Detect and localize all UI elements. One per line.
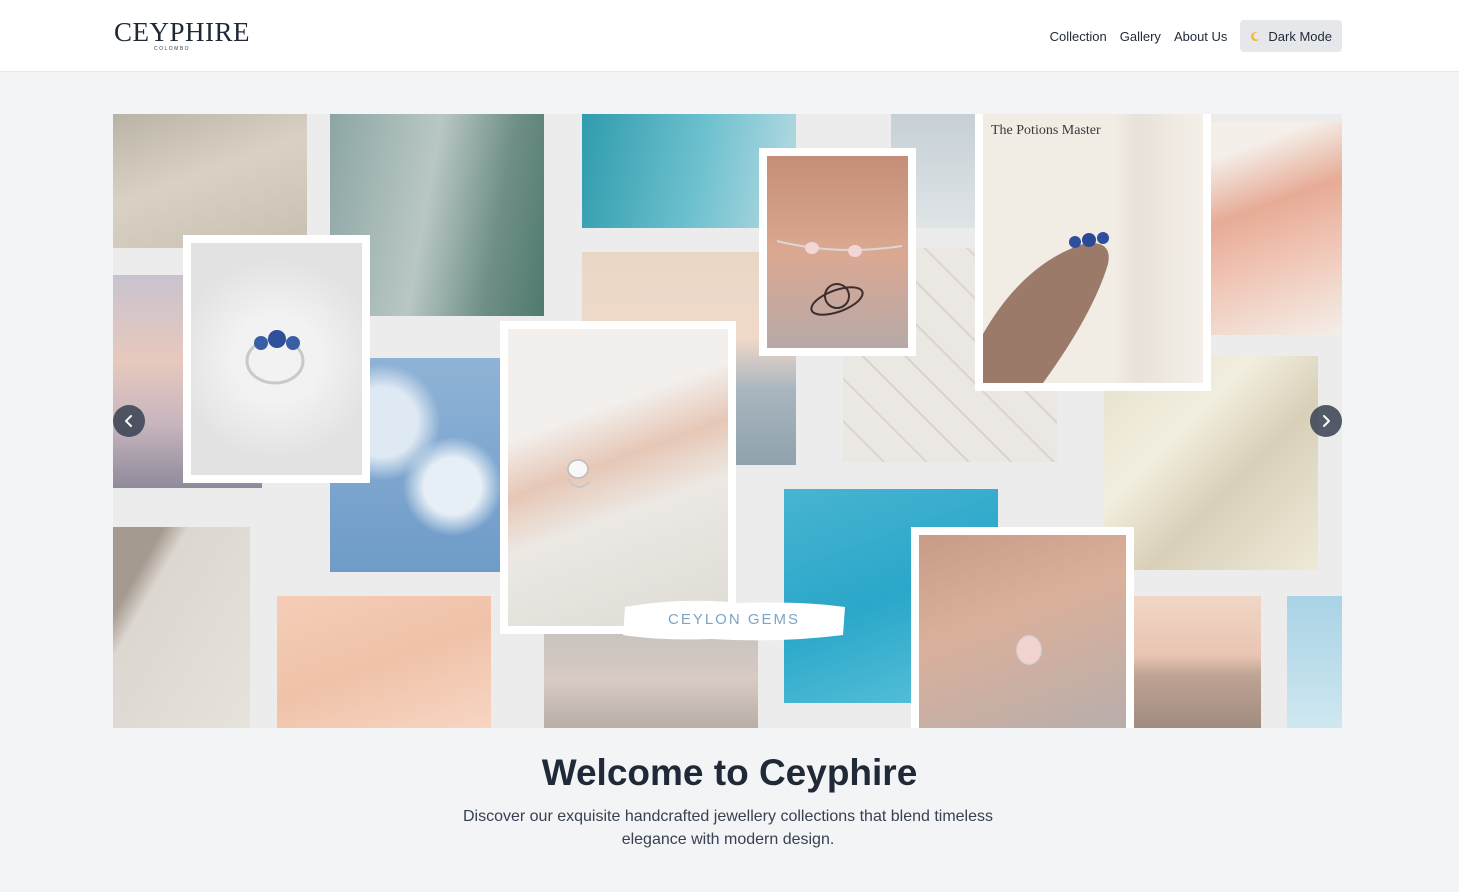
sapphire-ring-graphic bbox=[245, 330, 305, 385]
carousel-prev-button[interactable] bbox=[113, 405, 145, 437]
quartz-ring-graphic bbox=[1016, 635, 1042, 665]
bracelet-graphic bbox=[776, 240, 903, 316]
photo-rose-quartz-ring-on-hand bbox=[911, 527, 1134, 728]
carousel-next-button[interactable] bbox=[1310, 405, 1342, 437]
tile-peach-brushstroke bbox=[1206, 122, 1342, 335]
tile-light-blue bbox=[1287, 596, 1342, 728]
tile-sand-shadow bbox=[113, 527, 250, 728]
book-ring-graphic: The Potions Master bbox=[983, 123, 1109, 383]
dark-mode-button[interactable]: Dark Mode bbox=[1240, 20, 1342, 52]
site-header: CEYPHIRE COLOMBO Collection Gallery Abou… bbox=[0, 0, 1459, 72]
main-nav: Collection Gallery About Us Dark Mode bbox=[1037, 20, 1342, 52]
tile-beach-grass bbox=[544, 631, 758, 728]
photo-sapphire-ring-on-cloth bbox=[183, 235, 370, 483]
logo-text: CEYPHIRE bbox=[114, 17, 251, 47]
tile-peach-sand bbox=[277, 596, 491, 728]
ceylon-gems-text: CEYLON GEMS bbox=[667, 611, 801, 628]
hero-carousel[interactable]: The Potions Master CEYLON GEMS bbox=[113, 114, 1342, 728]
nav-link-gallery[interactable]: Gallery bbox=[1120, 29, 1161, 44]
welcome-title: Welcome to Ceyphire bbox=[541, 752, 918, 793]
diamond-ring-graphic bbox=[567, 459, 591, 488]
moon-icon bbox=[1251, 31, 1261, 41]
dark-mode-label: Dark Mode bbox=[1268, 28, 1332, 44]
chevron-left-icon bbox=[125, 415, 132, 427]
photo-sapphire-ring-with-book: The Potions Master bbox=[975, 114, 1211, 391]
nav-link-about-us[interactable]: About Us bbox=[1174, 29, 1227, 44]
tile-cloudy-sky bbox=[113, 114, 307, 248]
logo-subtext: COLOMBO bbox=[154, 46, 191, 52]
ceylon-gems-banner: CEYLON GEMS bbox=[621, 597, 847, 645]
photo-rose-quartz-bracelet bbox=[759, 148, 916, 356]
svg-text:The Potions Master: The Potions Master bbox=[991, 123, 1101, 138]
nav-link-collection[interactable]: Collection bbox=[1050, 29, 1107, 44]
welcome-subtitle: Discover our exquisite handcrafted jewel… bbox=[462, 808, 994, 848]
tile-sea-horizon bbox=[1133, 596, 1261, 728]
chevron-right-icon bbox=[1323, 415, 1330, 427]
photo-diamond-ring-on-hand bbox=[500, 321, 736, 634]
logo[interactable]: CEYPHIRE COLOMBO bbox=[114, 17, 251, 54]
